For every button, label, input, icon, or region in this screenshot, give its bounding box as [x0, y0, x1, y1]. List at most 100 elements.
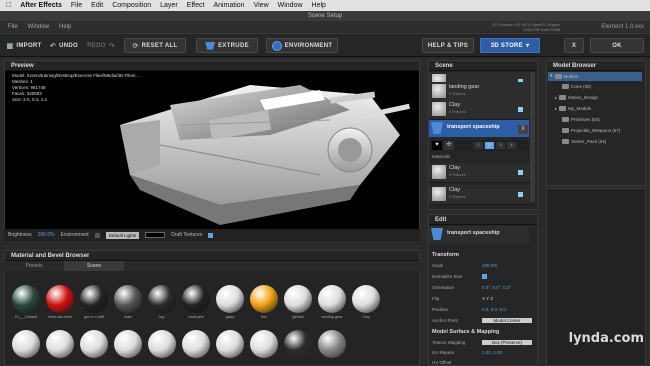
scene-scrollbar[interactable]	[530, 72, 535, 202]
menu-animation[interactable]: Animation	[213, 2, 244, 9]
group-tab-1[interactable]: 1	[474, 142, 483, 149]
window-menu-file[interactable]: File	[8, 24, 18, 30]
material-swatch[interactable]	[250, 285, 278, 313]
background-color-swatch[interactable]	[145, 232, 166, 238]
close-button[interactable]: X	[564, 38, 584, 53]
apple-icon[interactable]: 	[6, 2, 11, 9]
chevron-down-icon: ▾	[526, 43, 530, 49]
normalize-checkbox[interactable]	[482, 274, 532, 280]
material-swatch[interactable]	[318, 330, 346, 358]
material-swatch[interactable]	[148, 285, 176, 313]
material-thumbnail	[432, 102, 446, 116]
texture-mapping-dropdown[interactable]: Box (Preserve)	[482, 340, 532, 345]
material-label: top	[159, 315, 165, 319]
ok-button[interactable]: OK	[590, 38, 644, 53]
tree-label: Starter_Pack (34)	[571, 139, 607, 144]
material-swatch[interactable]	[182, 285, 210, 313]
move-icon[interactable]: ✦	[432, 141, 442, 150]
visibility-checkbox[interactable]	[518, 107, 523, 112]
material-swatch[interactable]	[182, 330, 210, 358]
3d-store-button[interactable]: 3D STORE ▾	[480, 38, 540, 53]
material-swatch[interactable]	[80, 330, 108, 358]
menu-file[interactable]: File	[71, 2, 82, 9]
material-swatch[interactable]	[216, 330, 244, 358]
material-item-clay[interactable]: Clay 0 Textures	[429, 185, 529, 205]
help-tips-button[interactable]: HELP & TIPS	[422, 38, 474, 53]
redo-button[interactable]: REDO ↷	[84, 38, 118, 53]
tab-presets[interactable]: Presets	[4, 261, 64, 271]
menu-effect[interactable]: Effect	[187, 2, 205, 9]
material-swatch[interactable]	[114, 285, 142, 313]
menu-composition[interactable]: Composition	[112, 2, 151, 9]
menu-layer[interactable]: Layer	[160, 2, 178, 9]
material-swatch[interactable]	[250, 330, 278, 358]
extrude-icon	[205, 41, 216, 50]
menu-window[interactable]: Window	[278, 2, 303, 9]
material-swatch[interactable]	[12, 285, 40, 313]
field-label: Position	[432, 307, 449, 312]
redo-label: REDO	[87, 42, 106, 49]
material-swatch[interactable]	[216, 285, 244, 313]
material-swatch[interactable]	[352, 285, 380, 313]
tree-node-my-models[interactable]: ▸ My_Models	[555, 106, 591, 111]
uv-repeat-value[interactable]: 1.00, 1.00	[482, 350, 532, 355]
position-value[interactable]: 0.0, 0.0, 0.0	[482, 307, 532, 312]
menu-view[interactable]: View	[254, 2, 269, 9]
import-label: IMPORT	[16, 42, 42, 49]
tree-node-starter-pack[interactable]: Starter_Pack (34)	[562, 139, 606, 144]
scene-item-landing-gear[interactable]: landing gear 0 Textures	[429, 82, 529, 102]
brightness-value[interactable]: 100.0%	[38, 232, 55, 238]
reset-all-button[interactable]: ⟳ RESET ALL	[124, 38, 186, 53]
field-label: Texture Mapping	[432, 340, 466, 345]
lights-dropdown[interactable]: Default Lights	[105, 231, 140, 239]
anchor-point-dropdown[interactable]: Model Center	[482, 318, 532, 323]
material-swatch[interactable]	[148, 330, 176, 358]
material-checkbox[interactable]	[518, 170, 523, 175]
tree-label: Motion_Design	[568, 95, 599, 100]
group-tab-2[interactable]: 2	[485, 142, 494, 149]
selected-model-transport-spaceship[interactable]: transport spaceship	[429, 120, 529, 137]
remove-model-button[interactable]: X	[518, 125, 528, 134]
environment-button[interactable]: ENVIRONMENT	[266, 38, 338, 53]
scene-item-clay[interactable]: Clay 0 Textures	[429, 100, 529, 120]
extrude-model-icon	[431, 228, 443, 240]
material-swatch[interactable]	[318, 285, 346, 313]
draft-textures-checkbox[interactable]	[208, 232, 214, 238]
scale-value[interactable]: 100.0%	[482, 263, 532, 268]
extrude-button[interactable]: EXTRUDE	[196, 38, 258, 53]
material-swatch[interactable]	[284, 330, 312, 358]
group-tab-4[interactable]: 4	[507, 142, 516, 149]
material-swatch[interactable]	[46, 285, 74, 313]
menu-help[interactable]: Help	[312, 2, 326, 9]
tree-label: Primitives (54)	[571, 117, 600, 122]
tree-node-icons[interactable]: Icons (30)	[562, 84, 591, 89]
material-checkbox[interactable]	[518, 192, 523, 197]
material-item-clay[interactable]: Clay 0 Textures	[429, 163, 529, 183]
window-menu-help[interactable]: Help	[59, 24, 71, 30]
spin-icon[interactable]: ✣	[444, 141, 454, 150]
group-tab-3[interactable]: 3	[496, 142, 505, 149]
material-swatch[interactable]	[80, 285, 108, 313]
material-swatch[interactable]	[12, 330, 40, 358]
window-menu-window[interactable]: Window	[28, 24, 49, 30]
orientation-value[interactable]: 0.0°, 0.0°, 0.0°	[482, 285, 532, 290]
material-swatch[interactable]	[114, 330, 142, 358]
material-thumbnail	[432, 165, 446, 179]
mapping-section[interactable]: Model Surface & Mapping	[432, 329, 499, 335]
material-swatch[interactable]	[46, 330, 74, 358]
app-menu[interactable]: After Effects	[20, 2, 62, 9]
material-swatch[interactable]	[284, 285, 312, 313]
tree-node-primitives[interactable]: Primitives (54)	[562, 117, 600, 122]
import-button[interactable]: ▦ IMPORT	[4, 38, 44, 53]
tree-node-projectile-weapons[interactable]: Projectile_Weapons (57)	[562, 128, 620, 133]
undo-button[interactable]: ↶ UNDO	[48, 38, 80, 53]
flip-value[interactable]: X Y Z	[482, 296, 532, 301]
spaceship-model[interactable]	[100, 65, 420, 235]
tree-label: My_Models	[568, 106, 592, 111]
environment-checkbox[interactable]	[94, 232, 100, 238]
tree-node-models[interactable]: ▾ Models	[550, 73, 578, 79]
tree-node-motion-design[interactable]: ▸ Motion_Design	[555, 95, 598, 100]
tab-scene[interactable]: Scene	[64, 261, 124, 271]
menu-edit[interactable]: Edit	[91, 2, 103, 9]
transform-section[interactable]: Transform	[432, 252, 459, 258]
